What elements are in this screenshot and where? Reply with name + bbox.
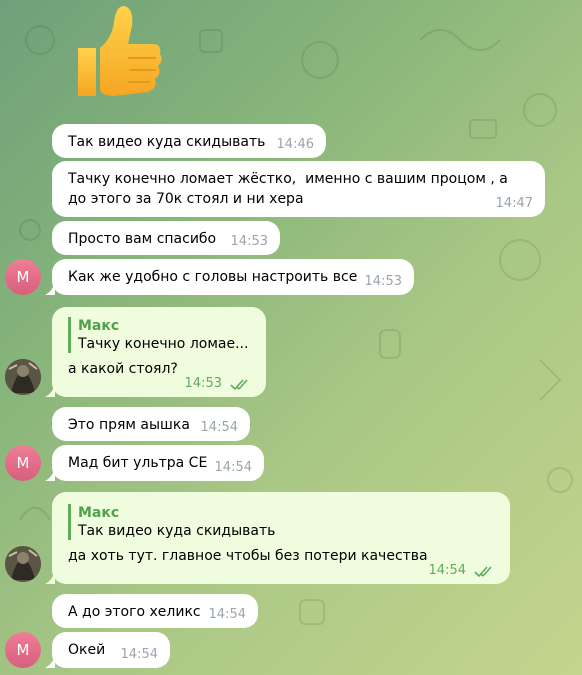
avatar[interactable]: М [5, 632, 41, 668]
message-text: Как же удобно с головы настроить все [68, 269, 358, 285]
message-time: 14:54 [200, 420, 238, 435]
bubble-tail [45, 383, 55, 397]
message-bubble[interactable]: Так видео куда скидывать 14:46 [52, 124, 326, 158]
message-bubble[interactable]: Это прям аышка 14:54 [52, 407, 250, 441]
bubble-tail [45, 570, 55, 584]
double-check-icon [230, 379, 248, 391]
bubble-tail [45, 654, 55, 668]
bubble-tail [45, 281, 55, 295]
message-text: Это прям аышка [68, 417, 190, 433]
reply-quote[interactable]: Макс Так видео куда скидывать [68, 504, 498, 540]
avatar[interactable] [5, 359, 41, 395]
message-time: 14:54 [120, 647, 158, 662]
avatar-letter: М [16, 641, 30, 659]
avatar[interactable]: М [5, 259, 41, 295]
thumbs-up-icon [78, 6, 162, 96]
message-bubble[interactable]: Мад бит ультра СЕ 14:54 [45, 445, 264, 481]
message-time: 14:47 [495, 196, 533, 211]
message-bubble[interactable]: Как же удобно с головы настроить все 14:… [45, 259, 414, 295]
message-text: А до этого хеликс [68, 604, 201, 620]
message-bubble[interactable]: Окей 14:54 [45, 632, 170, 668]
message-bubble[interactable]: Просто вам спасибо 14:53 [52, 221, 280, 255]
message-time: 14:53 [364, 274, 402, 289]
reply-quote-author: Макс [78, 505, 120, 521]
avatar-photo [5, 546, 41, 582]
avatar-letter: М [16, 454, 30, 472]
message-time: 14:54 [214, 460, 252, 475]
reply-quote-author: Макс [78, 318, 120, 334]
message-bubble-outgoing[interactable]: Макс Так видео куда скидывать да хоть ту… [45, 492, 510, 584]
message-text: Мад бит ультра СЕ [68, 455, 208, 471]
message-bubble[interactable]: Тачку конечно ломает жёстко, именно с ва… [52, 161, 545, 217]
message-bubble-outgoing[interactable]: Макс Тачку конечно ломае... а какой стоя… [45, 307, 266, 397]
bubble-tail [45, 467, 55, 481]
avatar-photo [5, 359, 41, 395]
thumbs-up-sticker[interactable] [60, 0, 170, 110]
message-time: 14:53 [230, 234, 268, 249]
avatar-letter: М [16, 268, 30, 286]
message-time: 14:54 [428, 563, 466, 578]
avatar[interactable]: М [5, 445, 41, 481]
message-text: Просто вам спасибо [68, 231, 217, 247]
message-text: Тачку конечно ломает жёстко, именно с ва… [68, 171, 513, 207]
avatar[interactable] [5, 546, 41, 582]
message-text: Окей [68, 642, 106, 658]
reply-quote[interactable]: Макс Тачку конечно ломае... [68, 317, 254, 353]
double-check-icon [474, 566, 492, 578]
message-time: 14:53 [184, 376, 222, 391]
message-bubble[interactable]: А до этого хеликс 14:54 [52, 594, 258, 628]
message-text: а какой стоял? [68, 361, 178, 377]
reply-quote-text: Тачку конечно ломае... [78, 336, 249, 352]
message-time: 14:54 [208, 607, 246, 622]
message-text: Так видео куда скидывать [68, 134, 266, 150]
message-time: 14:46 [276, 137, 314, 152]
reply-quote-text: Так видео куда скидывать [78, 523, 276, 539]
